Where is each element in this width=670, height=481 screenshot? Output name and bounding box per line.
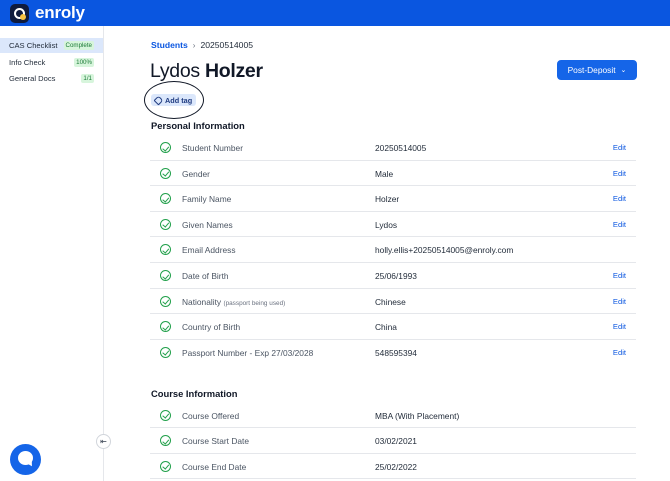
field-value: holly.ellis+20250514005@enroly.com [375,245,514,256]
table-row: Course End Date 25/02/2022 [150,454,636,480]
check-circle-icon [160,295,171,307]
edit-link[interactable]: Edit [613,297,626,306]
check-circle-icon [160,270,171,281]
check-circle-icon [160,460,171,472]
top-bar: enroly [0,0,670,26]
edit-link[interactable]: Edit [613,169,626,178]
field-value: MBA (With Placement) [375,410,460,421]
breadcrumb: Students › 20250514005 [151,40,253,50]
field-label: Email Address [182,245,236,256]
table-row: Family Name Holzer Edit [150,186,636,212]
table-row: Course Offered MBA (With Placement) [150,403,636,429]
status-dropdown[interactable]: Post-Deposit ⌄ [557,60,637,80]
page-title: Lydos Holzer [150,60,263,83]
field-value: Chinese [375,296,406,307]
table-row: Course Start Date 03/02/2021 [150,428,636,454]
field-label: Gender [182,168,210,179]
table-row: Passport Number - Exp 27/03/2028 5485953… [150,340,636,366]
field-label: Course Offered [182,410,240,421]
check-circle-icon [160,167,171,179]
field-value: China [375,322,397,333]
breadcrumb-current: 20250514005 [200,40,254,50]
table-row: Country of Birth China Edit [150,314,636,340]
course-information-heading: Course Information [151,388,238,399]
field-value: Male [375,168,394,179]
edit-link[interactable]: Edit [613,322,626,331]
field-label: Nationality (passport being used) [182,296,286,307]
collapse-left-icon: ⇤ [100,437,107,446]
sidebar: CAS Checklist Complete Info Check 100% G… [0,26,104,481]
field-label: Country of Birth [182,322,241,333]
check-circle-icon [160,435,171,447]
check-circle-icon [160,193,171,205]
status-badge: 1/1 [81,74,94,83]
sidebar-item-label: Info Check [9,58,46,67]
check-circle-icon [160,321,171,333]
table-row: Student Number 20250514005 Edit [150,135,636,161]
chevron-right-icon: › [192,40,196,50]
field-label: Course Start Date [182,436,250,447]
field-hint: (passport being used) [223,299,286,307]
table-row: Gender Male Edit [150,161,636,187]
edit-link[interactable]: Edit [613,143,626,152]
chat-support-button[interactable] [10,444,41,475]
status-dropdown-label: Post-Deposit [567,65,616,75]
field-label: Course End Date [182,461,247,472]
status-badge: 100% [74,58,94,67]
check-circle-icon [160,218,171,230]
check-circle-icon [160,346,171,358]
tag-icon [153,95,164,105]
field-value: 25/06/1993 [375,271,417,281]
edit-link[interactable]: Edit [613,194,626,203]
field-label: Family Name [182,194,232,205]
logo-mark-icon [10,3,29,23]
sidebar-item-cas-checklist[interactable]: CAS Checklist Complete [0,38,103,53]
sidebar-item-label: CAS Checklist [9,41,58,50]
add-tag-label: Add tag [165,95,193,105]
sidebar-item-label: General Docs [9,74,56,83]
table-row: Nationality (passport being used) Chines… [150,289,636,315]
add-tag-button[interactable]: Add tag [151,94,197,106]
edit-link[interactable]: Edit [613,220,626,229]
check-circle-icon [160,142,171,153]
field-value: 03/02/2021 [375,436,417,447]
field-label: Given Names [182,219,233,230]
table-row: Given Names Lydos Edit [150,212,636,238]
table-row: Email Address holly.ellis+20250514005@en… [150,237,636,263]
field-label: Date of Birth [182,271,229,281]
edit-link[interactable]: Edit [613,271,626,280]
field-label: Student Number [182,143,243,153]
student-first-name: Lydos [150,60,200,82]
field-value: Lydos [375,219,398,230]
field-value: 20250514005 [375,143,427,153]
field-label: Passport Number - Exp 27/03/2028 [182,347,314,358]
field-value: 25/02/2022 [375,461,417,472]
personal-information-heading: Personal Information [151,120,245,131]
status-badge: Complete [63,41,94,50]
sidebar-item-info-check[interactable]: Info Check 100% [0,55,103,70]
sidebar-item-general-docs[interactable]: General Docs 1/1 [0,71,103,86]
field-value: 548595394 [375,347,417,358]
check-circle-icon [160,409,171,421]
check-circle-icon [160,244,171,256]
collapse-sidebar-button[interactable]: ⇤ [96,434,111,449]
enroly-logo[interactable]: enroly [10,3,85,23]
breadcrumb-students-link[interactable]: Students [151,40,188,50]
student-last-name: Holzer [204,60,263,82]
table-row: Date of Birth 25/06/1993 Edit [150,263,636,289]
field-value: Holzer [375,194,400,205]
brand-name: enroly [35,3,85,22]
chevron-down-icon: ⌄ [620,67,627,74]
edit-link[interactable]: Edit [613,348,626,357]
